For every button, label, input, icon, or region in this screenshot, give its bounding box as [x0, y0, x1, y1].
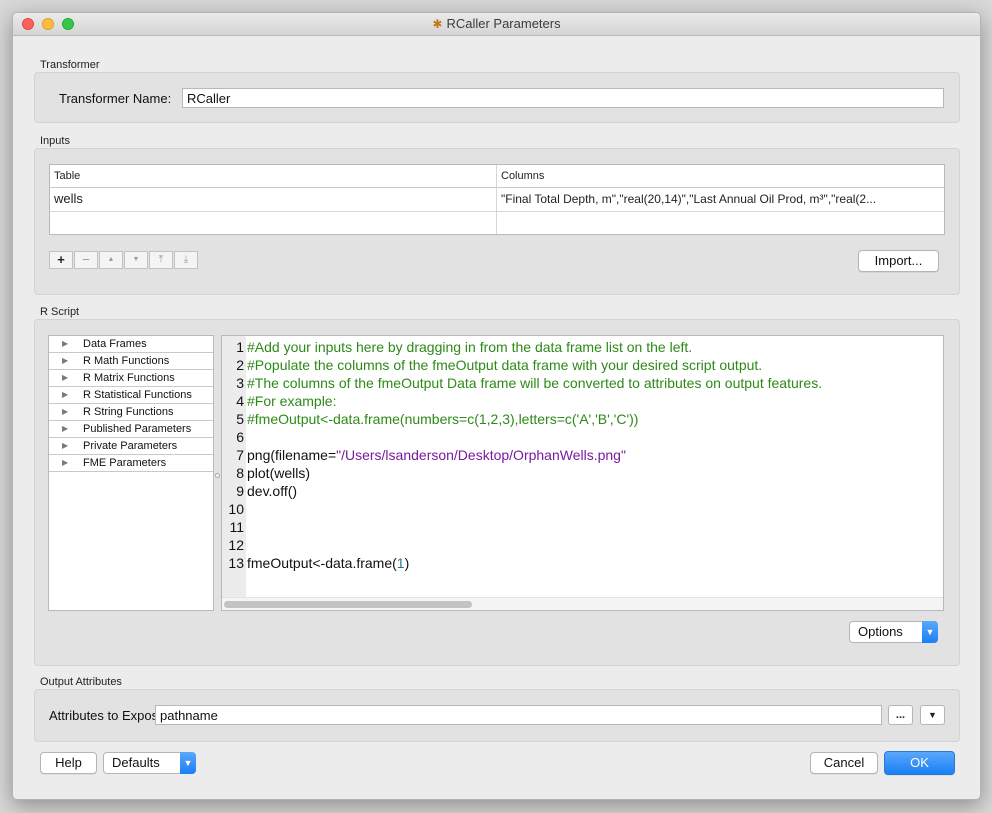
table-row[interactable]: wells "Final Total Depth, m","real(20,14… — [50, 188, 944, 212]
code-token: #fmeOutput<-data.frame(numbers=c(1,2,3),… — [247, 411, 639, 427]
inputs-section-label: Inputs — [40, 135, 70, 147]
expand-arrow-icon[interactable]: ▶ — [62, 387, 68, 403]
code-token: #The columns of the fmeOutput Data frame… — [247, 375, 823, 391]
expand-arrow-icon[interactable]: ▶ — [62, 438, 68, 454]
code-token: dev.off() — [247, 483, 298, 499]
remove-row-button[interactable]: − — [74, 251, 98, 269]
options-label: Options — [858, 624, 903, 639]
ok-button[interactable]: OK — [884, 751, 955, 775]
inputs-table: Table Columns wells "Final Total Depth, … — [49, 164, 945, 235]
code-text[interactable]: #Populate the columns of the fmeOutput d… — [247, 356, 762, 374]
expand-arrow-icon[interactable]: ▶ — [62, 353, 68, 369]
inputs-table-header: Table Columns — [50, 165, 944, 188]
expand-arrow-icon[interactable]: ▶ — [62, 370, 68, 386]
expand-arrow-icon[interactable]: ▶ — [62, 336, 68, 352]
options-dropdown[interactable]: Options ▼ — [849, 621, 938, 643]
rcaller-parameters-dialog: ✱ RCaller Parameters Transformer Transfor… — [12, 12, 981, 800]
code-text[interactable]: #The columns of the fmeOutput Data frame… — [247, 374, 822, 392]
tree-item-fme-parameters[interactable]: ▶ FME Parameters — [49, 455, 213, 472]
tree-item-private-parameters[interactable]: ▶ Private Parameters — [49, 438, 213, 455]
line-number: 3 — [236, 375, 244, 391]
code-text[interactable]: #fmeOutput<-data.frame(numbers=c(1,2,3),… — [247, 410, 638, 428]
move-to-top-button[interactable]: ⤒ — [149, 251, 173, 269]
code-text[interactable]: #Add your inputs here by dragging in fro… — [247, 338, 692, 356]
table-cell-columns[interactable]: "Final Total Depth, m","real(20,14)","La… — [497, 188, 945, 210]
column-divider — [496, 165, 497, 234]
output-attributes-section-label: Output Attributes — [40, 676, 122, 688]
scrollbar-thumb[interactable] — [224, 601, 472, 608]
function-tree: ▶ Data Frames ▶ R Math Functions ▶ R Matrix… — [48, 335, 214, 611]
output-attributes-group: Attributes to Expose: pathname ... ▼ — [34, 689, 960, 742]
line-number: 13 — [228, 555, 244, 571]
code-token: plot(wells) — [247, 465, 311, 481]
transformer-section-label: Transformer — [40, 59, 100, 71]
ellipsis-button[interactable]: ... — [888, 705, 913, 725]
code-text[interactable]: fmeOutput<-data.frame(1) — [247, 554, 409, 572]
code-text[interactable]: plot(wells) — [247, 464, 310, 482]
tree-item-statistical-functions[interactable]: ▶ R Statistical Functions — [49, 387, 213, 404]
tree-item-math-functions[interactable]: ▶ R Math Functions — [49, 353, 213, 370]
tree-item-published-parameters[interactable]: ▶ Published Parameters — [49, 421, 213, 438]
transformer-name-input[interactable]: RCaller — [182, 88, 944, 108]
line-number: 11 — [229, 519, 244, 535]
attributes-to-expose-label: Attributes to Expose: — [49, 708, 169, 723]
window-title: RCaller Parameters — [446, 16, 561, 31]
column-header-table[interactable]: Table — [50, 165, 497, 187]
line-number: 2 — [236, 357, 244, 373]
line-number: 9 — [236, 483, 244, 499]
cancel-button[interactable]: Cancel — [810, 752, 878, 774]
line-number: 5 — [236, 411, 244, 427]
code-token: #Populate the columns of the fmeOutput d… — [247, 357, 763, 373]
expand-arrow-icon[interactable]: ▶ — [62, 421, 68, 437]
title-bar: ✱ RCaller Parameters — [13, 13, 980, 36]
expand-arrow-icon[interactable]: ▶ — [62, 455, 68, 471]
code-token: png(filename= — [247, 447, 337, 463]
defaults-dropdown[interactable]: Defaults ▼ — [103, 752, 196, 774]
inputs-group: Table Columns wells "Final Total Depth, … — [34, 148, 960, 295]
add-row-button[interactable]: + — [49, 251, 73, 269]
horizontal-scrollbar[interactable] — [222, 597, 943, 610]
column-header-columns[interactable]: Columns — [497, 165, 945, 187]
expand-arrow-icon[interactable]: ▶ — [62, 404, 68, 420]
help-button[interactable]: Help — [40, 752, 97, 774]
tree-item-matrix-functions[interactable]: ▶ R Matrix Functions — [49, 370, 213, 387]
pane-splitter-handle[interactable] — [215, 473, 220, 478]
transformer-group: Transformer Name: RCaller — [34, 72, 960, 123]
move-down-button[interactable]: ▼ — [124, 251, 148, 269]
transformer-name-label: Transformer Name: — [59, 91, 172, 106]
rscript-section-label: R Script — [40, 306, 80, 318]
defaults-label: Defaults — [112, 755, 160, 770]
chevron-down-icon: ▼ — [180, 752, 196, 774]
attribute-menu-button[interactable]: ▼ — [920, 705, 945, 725]
line-number: 4 — [236, 393, 244, 409]
r-script-editor[interactable]: 1 #Add your inputs here by dragging in fr… — [221, 335, 944, 611]
tree-item-data-frames[interactable]: ▶ Data Frames — [49, 336, 213, 353]
code-text[interactable]: #For example: — [247, 392, 336, 410]
code-text[interactable]: png(filename="/Users/lsanderson/Desktop/… — [247, 446, 626, 464]
import-button[interactable]: Import... — [858, 250, 939, 272]
transformer-icon: ✱ — [432, 17, 443, 31]
window-title-area: ✱ RCaller Parameters — [13, 16, 980, 31]
line-number: 8 — [236, 465, 244, 481]
line-number: 10 — [228, 501, 244, 517]
line-number: 6 — [236, 429, 244, 445]
move-up-button[interactable]: ▲ — [99, 251, 123, 269]
code-token: "/Users/lsanderson/Desktop/OrphanWells.p… — [336, 447, 626, 463]
table-row[interactable] — [50, 212, 944, 235]
tree-item-string-functions[interactable]: ▶ R String Functions — [49, 404, 213, 421]
code-token: #Add your inputs here by dragging in fro… — [247, 339, 693, 355]
move-to-bottom-button[interactable]: ⤓ — [174, 251, 198, 269]
line-number: 12 — [228, 537, 244, 553]
inputs-toolbar: + − ▲ ▼ ⤒ ⤓ — [49, 251, 199, 269]
attributes-to-expose-input[interactable]: pathname — [155, 705, 882, 725]
code-token: #For example: — [247, 393, 337, 409]
table-cell-table[interactable]: wells — [50, 188, 497, 210]
line-number: 1 — [236, 339, 244, 355]
code-token: fmeOutput<-data.frame( — [247, 555, 397, 571]
code-token: 1 — [396, 555, 405, 571]
chevron-down-icon: ▼ — [922, 621, 938, 643]
code-token: ) — [404, 555, 410, 571]
code-text[interactable]: dev.off() — [247, 482, 297, 500]
line-number: 7 — [236, 447, 244, 463]
